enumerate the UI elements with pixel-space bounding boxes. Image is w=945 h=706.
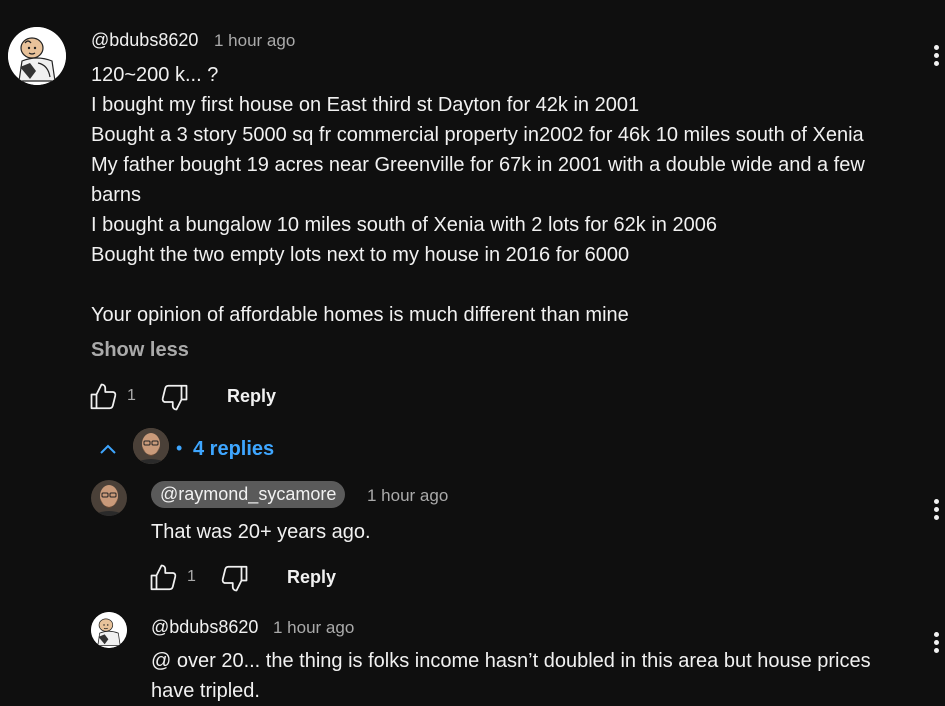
reply-author-handle[interactable]: @bdubs8620 — [151, 617, 258, 638]
bearded-man-avatar — [133, 428, 169, 464]
comment-line: Your opinion of affordable homes is much… — [91, 304, 629, 326]
thumb-up-icon — [90, 383, 117, 410]
thumb-down-icon — [221, 565, 248, 592]
thumb-down-icon — [161, 384, 188, 411]
replies-toggle[interactable]: • 4 replies — [96, 428, 296, 472]
reply-author-handle[interactable]: @raymond_sycamore — [151, 481, 346, 508]
comment-line: barns — [91, 184, 142, 206]
reply-author-avatar[interactable] — [91, 612, 127, 648]
replies-bullet: • — [176, 438, 183, 458]
reply-timestamp[interactable]: 1 hour ago — [367, 486, 448, 506]
reply-line: have tripled. — [151, 680, 260, 702]
peanuts-avatar — [91, 612, 127, 648]
comment-timestamp[interactable]: 1 hour ago — [214, 31, 295, 51]
replier-avatar — [133, 428, 169, 464]
comment-line: 120~200 k... ? — [91, 64, 219, 86]
like-count: 1 — [127, 387, 136, 404]
comment-author-handle[interactable]: @bdubs8620 — [91, 30, 198, 51]
more-vert-icon — [934, 45, 939, 50]
replies-count-label[interactable]: 4 replies — [193, 438, 274, 461]
comment-line: I bought my first house on East third st… — [91, 94, 640, 116]
comment-line: Bought a 3 story 5000 sq fr commercial p… — [91, 124, 864, 146]
chevron-up-icon — [100, 444, 116, 454]
reply-more-button[interactable] — [934, 632, 940, 656]
bearded-man-avatar — [91, 480, 127, 516]
show-less-button[interactable]: Show less — [91, 339, 189, 362]
reply-more-button[interactable] — [934, 499, 940, 523]
reply-line: @ over 20... the thing is folks income h… — [151, 650, 871, 672]
comment-more-button[interactable] — [934, 45, 940, 69]
reply-reply-button[interactable]: Reply — [287, 567, 336, 588]
comment-line: I bought a bungalow 10 miles south of Xe… — [91, 214, 717, 236]
reply-text: @ over 20... the thing is folks income h… — [151, 646, 871, 706]
reply-author-avatar[interactable] — [91, 480, 127, 516]
comment-author-avatar[interactable] — [8, 27, 66, 85]
reply-like-count: 1 — [187, 568, 196, 585]
comment-body: 120~200 k... ? I bought my first house o… — [91, 60, 865, 330]
comment-line-blank — [91, 270, 865, 300]
dislike-button[interactable] — [159, 382, 189, 412]
reply-button[interactable]: Reply — [227, 386, 276, 407]
more-vert-icon — [934, 499, 939, 504]
reply-timestamp[interactable]: 1 hour ago — [273, 618, 354, 638]
reply-dislike-button[interactable] — [219, 563, 249, 593]
comment-line: My father bought 19 acres near Greenvill… — [91, 154, 865, 176]
peanuts-avatar — [8, 27, 66, 85]
reply-like-button[interactable] — [149, 563, 179, 593]
thumb-up-icon — [150, 564, 177, 591]
more-vert-icon — [934, 632, 939, 637]
reply-text: That was 20+ years ago. — [151, 521, 371, 543]
like-button[interactable] — [89, 382, 119, 412]
comment-line: Bought the two empty lots next to my hou… — [91, 244, 630, 266]
